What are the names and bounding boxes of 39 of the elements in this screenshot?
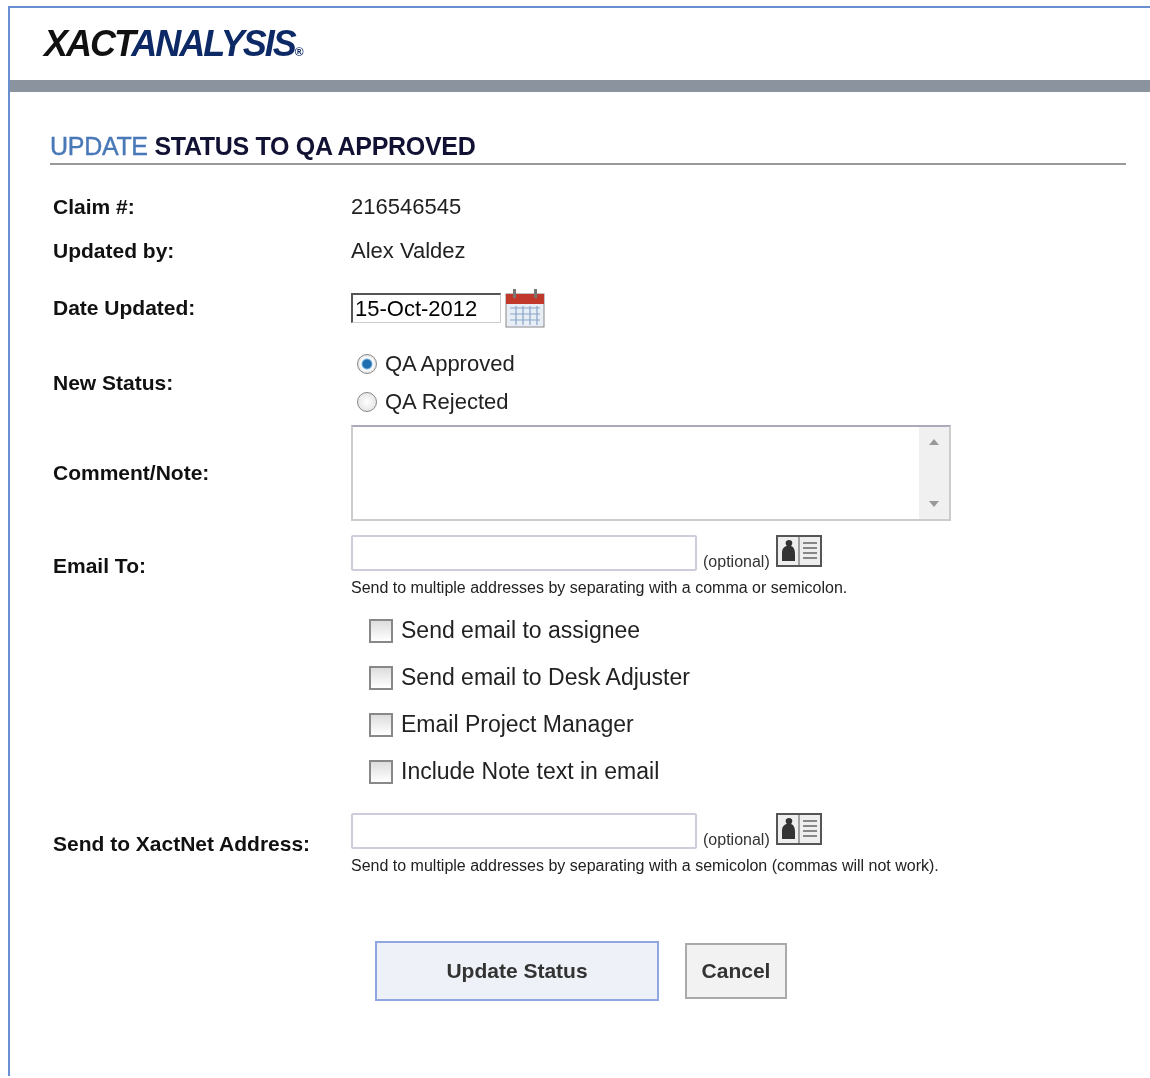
checkbox-label[interactable]: Send email to assignee <box>401 617 641 644</box>
optional-note: (optional) <box>703 553 770 571</box>
checkbox[interactable] <box>369 618 393 643</box>
hint-text: Send to multiple addresses by separating with a semicolon (commas will not work). <box>351 857 939 875</box>
checkbox[interactable] <box>369 759 393 784</box>
up-arrow-icon[interactable] <box>929 439 939 445</box>
checkbox-label[interactable]: Include Note text in email <box>401 758 660 785</box>
radio-label[interactable]: QA Approved <box>385 351 515 377</box>
checkbox-label[interactable]: Send email to Desk Adjuster <box>401 664 690 691</box>
cancel-button[interactable]: Cancel <box>685 943 787 999</box>
checkbox-label[interactable]: Email Project Manager <box>401 711 634 738</box>
field-label: Comment/Note: <box>53 461 211 485</box>
field-value: Alex Valdez <box>351 238 466 264</box>
field-label: Date Updated: <box>53 296 197 320</box>
field-label: Claim #: <box>53 195 136 219</box>
checkbox[interactable] <box>369 665 393 690</box>
checkbox[interactable] <box>369 712 393 737</box>
page-title: UPDATE STATUS TO QA APPROVED <box>50 132 1126 165</box>
radio-button[interactable] <box>357 354 377 374</box>
hint-text: Send to multiple addresses by separating with a comma or semicolon. <box>351 579 848 597</box>
optional-note: (optional) <box>703 831 770 849</box>
field-label: New Status: <box>53 371 175 395</box>
logo: XACTANALYSIS® <box>44 24 302 66</box>
calendar-icon[interactable] <box>505 288 545 328</box>
field-value: 216546545 <box>351 194 462 220</box>
address-book-icon[interactable] <box>775 813 822 845</box>
date-field[interactable]: 15-Oct-2012 <box>351 293 501 323</box>
field-label: Email To: <box>53 554 147 578</box>
scrollbar[interactable] <box>919 427 949 519</box>
radio-label[interactable]: QA Rejected <box>385 389 509 415</box>
down-arrow-icon[interactable] <box>929 501 939 507</box>
field-label: Updated by: <box>53 239 176 263</box>
email-field[interactable] <box>351 535 697 571</box>
update-status-button[interactable]: Update Status <box>375 941 659 1001</box>
comment-field[interactable] <box>351 425 951 521</box>
field-label: Send to XactNet Address: <box>53 832 312 856</box>
address-book-icon[interactable] <box>775 535 822 567</box>
email-field[interactable] <box>351 813 697 849</box>
radio-button[interactable] <box>357 392 377 412</box>
